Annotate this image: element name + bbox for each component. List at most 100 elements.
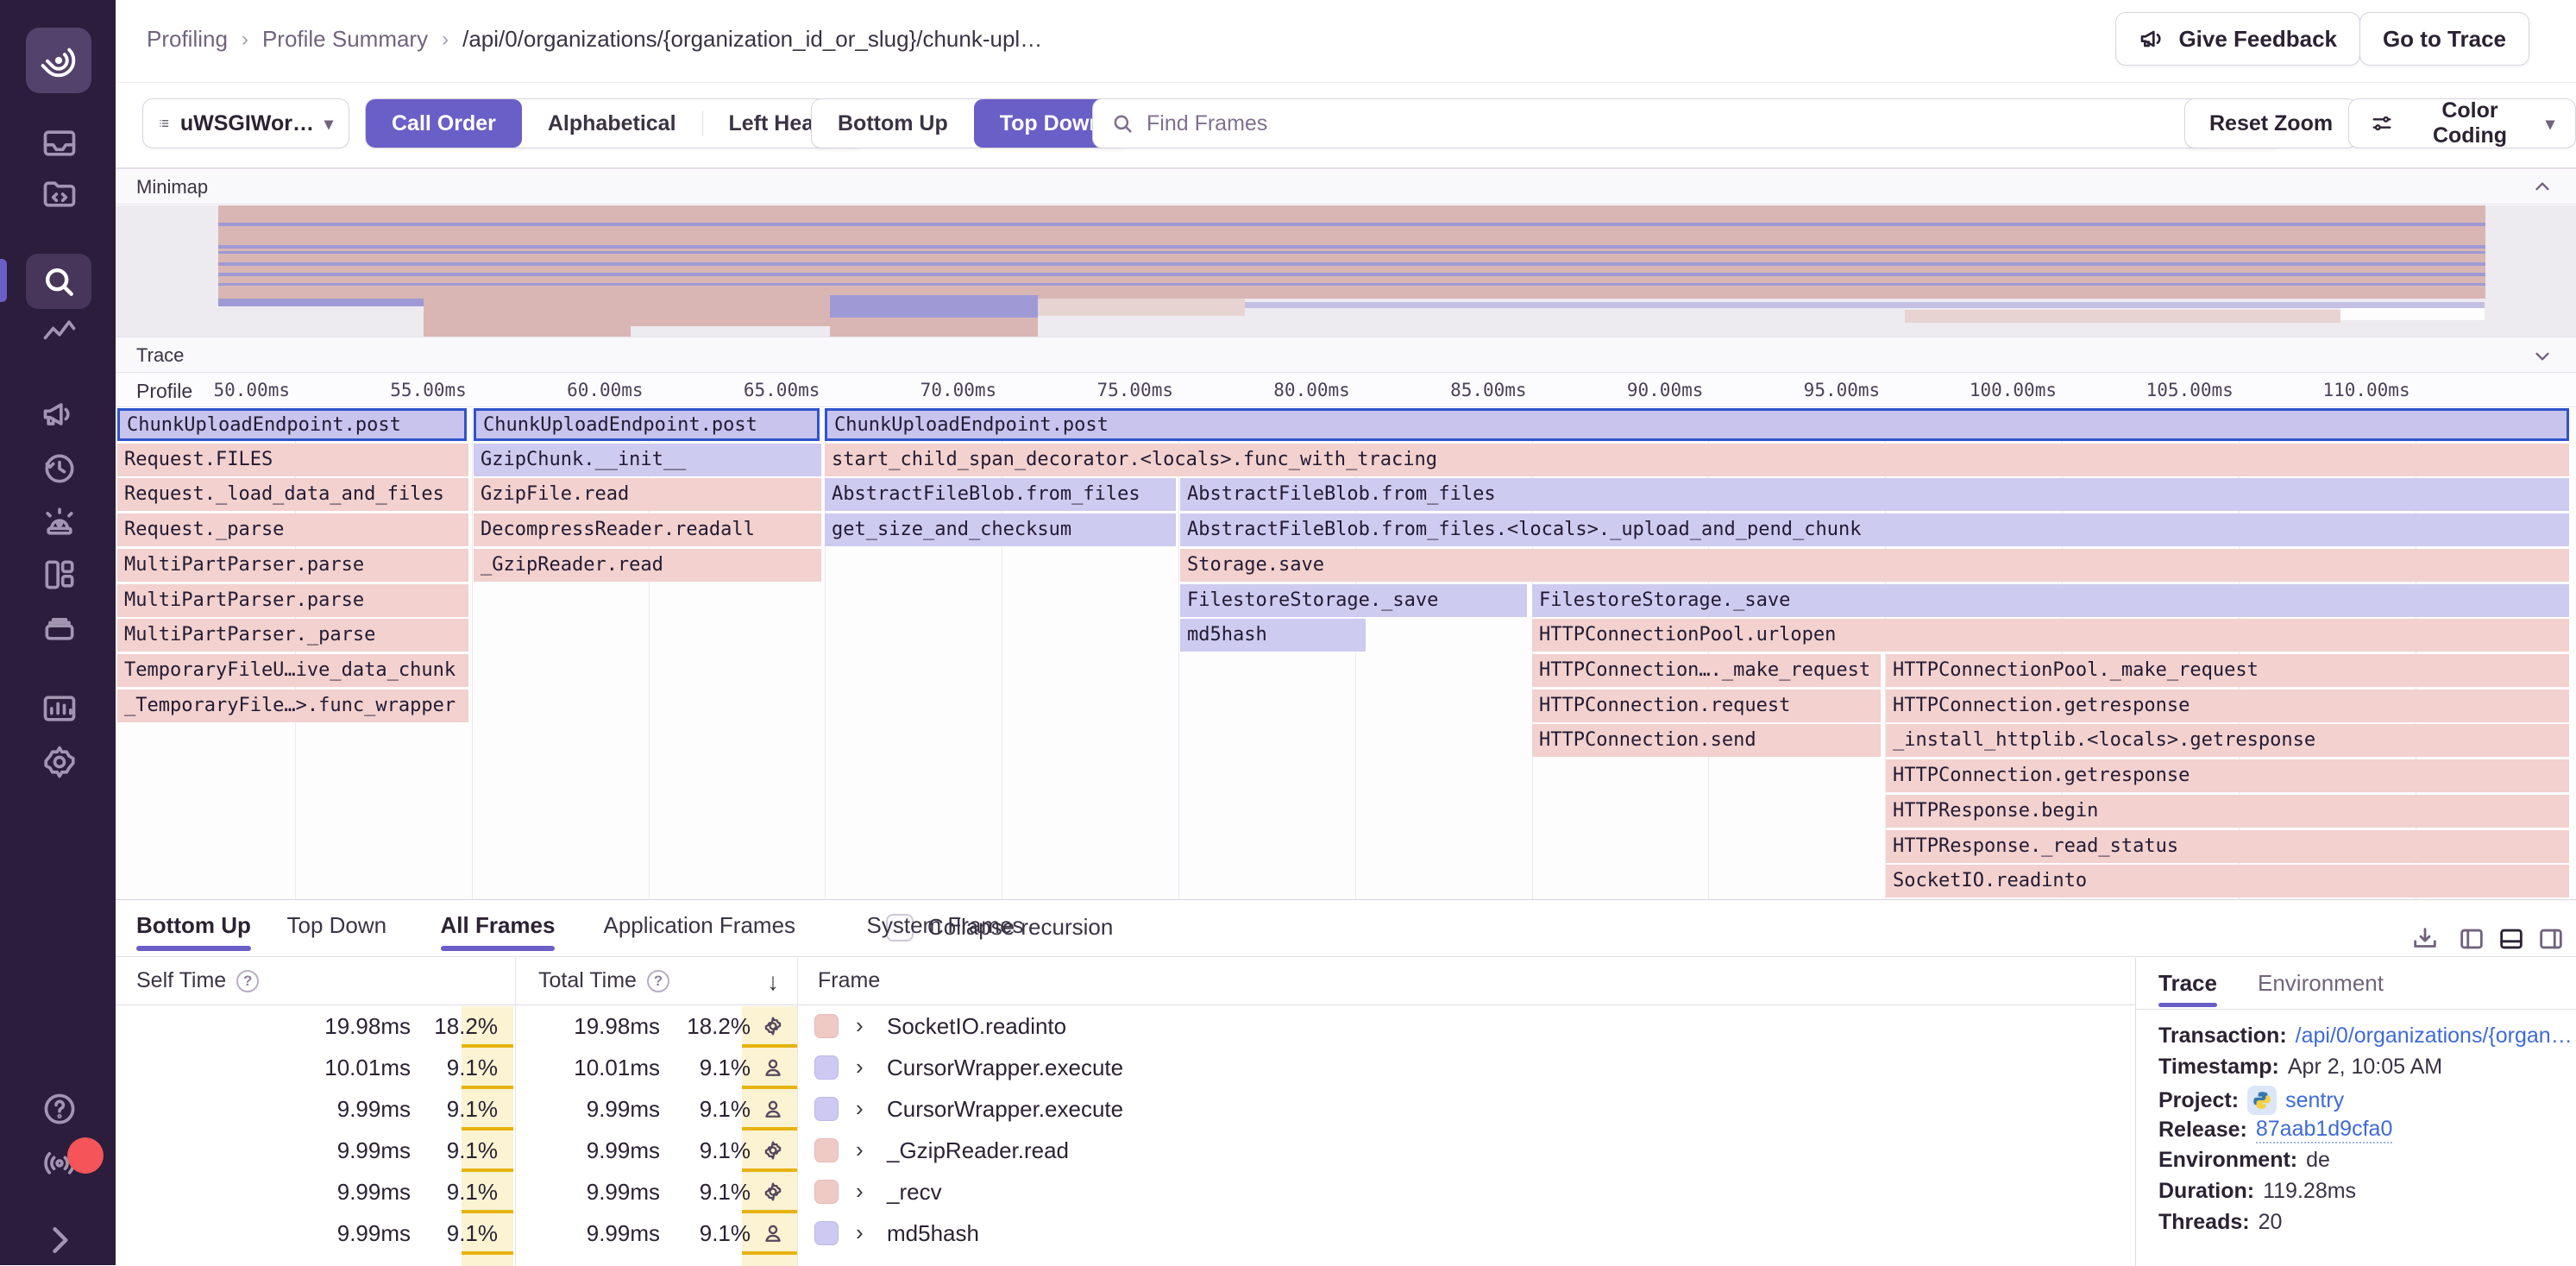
settings-gear-icon[interactable] [41,743,79,781]
give-feedback-button[interactable]: Give Feedback [2115,12,2360,66]
flame-frame[interactable]: ChunkUploadEndpoint.post [117,408,467,441]
flame-frame[interactable]: ChunkUploadEndpoint.post [825,408,2569,441]
dock-right-icon[interactable] [2536,924,2566,958]
flame-frame[interactable]: get_size_and_checksum [825,513,1176,546]
flame-frame[interactable]: HTTPResponse._read_status [1886,830,2569,863]
frame-cell[interactable]: ›CursorWrapper.execute [797,1048,2134,1089]
self-time-header[interactable]: Self Time ? [136,968,259,993]
table-row[interactable]: 9.99ms9.1%9.99ms9.1%›_GzipReader.read [116,1131,2135,1172]
flamegraph-canvas[interactable]: ChunkUploadEndpoint.postChunkUploadEndpo… [116,408,2576,899]
flame-frame[interactable]: Request._parse [117,513,468,546]
flame-frame[interactable]: MultiPartParser._parse [117,619,468,652]
details-tab-environment[interactable]: Environment [2258,970,2384,997]
frame-cell[interactable]: ›_recv [797,1172,2134,1213]
dashboards-icon[interactable] [41,556,79,594]
flame-frame[interactable]: GzipChunk.__init__ [474,444,821,476]
flame-frame[interactable]: FilestoreStorage._save [1532,584,2569,617]
flame-frame[interactable]: TemporaryFileU…ive_data_chunk [117,654,468,687]
table-row[interactable]: 9.99ms9.1%9.99ms9.1%›CursorWrapper.execu… [116,1089,2135,1131]
sort-option-alphabetical[interactable]: Alphabetical [522,99,702,148]
tab-system-frames[interactable]: System Frames [867,912,1024,939]
detail-value[interactable]: 87aab1d9cfa0 [2256,1117,2392,1143]
thread-selector[interactable]: uWSGIWor… ▾ [142,98,349,148]
issues-icon[interactable] [41,124,79,162]
go-to-trace-button[interactable]: Go to Trace [2359,12,2529,66]
flame-frame[interactable]: GzipFile.read [474,478,821,511]
flame-frame[interactable]: ChunkUploadEndpoint.post [474,408,820,441]
flame-frame[interactable]: HTTPConnectionPool.urlopen [1532,619,2569,652]
frame-header[interactable]: Frame [818,968,880,993]
sentry-logo-icon[interactable] [26,28,91,93]
total-time-header[interactable]: Total Time ? [538,968,669,993]
expand-chevron-icon[interactable]: › [856,1178,864,1205]
help-icon[interactable] [41,1090,79,1128]
flame-frame[interactable]: MultiPartParser.parse [117,549,468,582]
color-coding-button[interactable]: Color Coding ▾ [2348,98,2576,148]
flame-frame[interactable]: _GzipReader.read [474,549,821,582]
minimap-header[interactable]: Minimap [116,168,2576,205]
flame-frame[interactable]: md5hash [1180,619,1366,652]
flame-frame[interactable]: FilestoreStorage._save [1180,584,1527,617]
expand-chevron-icon[interactable]: › [856,1095,864,1122]
sort-arrow-icon[interactable]: ↓ [767,968,779,996]
flame-frame[interactable]: AbstractFileBlob.from_files [825,478,1176,511]
reset-zoom-button[interactable]: Reset Zoom [2184,98,2358,148]
table-row[interactable]: 19.98ms18.2%19.98ms18.2%›SocketIO.readin… [116,1006,2135,1048]
tab-all-frames[interactable]: All Frames [441,912,556,939]
breadcrumb-item[interactable]: Profiling [147,26,228,53]
frame-cell[interactable]: ›SocketIO.readinto [797,1006,2134,1048]
table-row[interactable]: 10.01ms9.1%10.01ms9.1%›CursorWrapper.exe… [116,1048,2135,1089]
flame-frame[interactable]: _install_httplib.<locals>.getresponse [1886,724,2569,757]
flame-frame[interactable]: start_child_span_decorator.<locals>.func… [825,444,2569,476]
breadcrumb-item[interactable]: Profile Summary [262,26,428,53]
expand-chevron-icon[interactable]: › [856,1012,864,1039]
detail-value[interactable]: sentry [2285,1088,2344,1113]
flame-frame[interactable]: Storage.save [1180,549,2569,582]
collapse-trace-chevron-icon[interactable] [2531,344,2554,372]
flame-frame[interactable]: SocketIO.readinto [1886,865,2569,898]
breadcrumb-item[interactable]: /api/0/organizations/{organization_id_or… [462,26,1042,53]
flame-frame[interactable]: HTTPResponse.begin [1886,795,2569,828]
details-tab-trace[interactable]: Trace [2158,970,2217,997]
flame-frame[interactable]: HTTPConnection.send [1532,724,1881,757]
feedback-icon[interactable] [41,395,79,433]
flame-frame[interactable]: HTTPConnection.request [1532,690,1881,722]
alerts-icon[interactable] [41,503,79,541]
tab-top-down[interactable]: Top Down [287,912,387,939]
table-row[interactable]: 9.99ms9.1%9.99ms9.1%›md5hash [116,1213,2135,1255]
flame-frame[interactable]: AbstractFileBlob.from_files.<locals>._up… [1180,513,2569,546]
expand-chevron-icon[interactable]: › [856,1054,864,1080]
minimap-canvas[interactable] [116,205,2576,337]
frame-cell[interactable]: ›md5hash [797,1213,2134,1255]
expand-chevron-icon[interactable]: › [856,1219,864,1246]
flame-frame[interactable]: HTTPConnection…._make_request [1532,654,1881,687]
collapse-minimap-chevron-icon[interactable] [2531,176,2554,204]
frame-cell[interactable]: ›CursorWrapper.execute [797,1089,2134,1131]
projects-icon[interactable] [41,175,79,213]
tab-bottom-up[interactable]: Bottom Up [136,912,251,939]
frame-cell[interactable]: ›_GzipReader.read [797,1131,2134,1172]
releases-icon[interactable] [41,608,79,646]
dock-bottom-icon[interactable] [2497,924,2526,958]
find-frames-search[interactable]: i [1092,98,2283,148]
metrics-icon[interactable] [41,314,79,352]
flame-frame[interactable]: AbstractFileBlob.from_files [1180,478,2569,511]
tab-application-frames[interactable]: Application Frames [604,912,796,939]
replays-icon[interactable] [41,450,79,488]
flame-frame[interactable]: Request.FILES [117,444,468,476]
flame-frame[interactable]: HTTPConnectionPool._make_request [1886,654,2569,687]
table-row[interactable]: 9.99ms9.1%9.99ms9.1%›_recv [116,1172,2135,1213]
search-input[interactable] [1147,111,2227,136]
trace-header[interactable]: Trace [116,337,2576,373]
download-icon[interactable] [2410,924,2440,958]
direction-option-bottom-up[interactable]: Bottom Up [812,99,974,148]
flame-frame[interactable]: HTTPConnection.getresponse [1886,690,2569,722]
detail-value[interactable]: /api/0/organizations/{organ… [2296,1024,2573,1049]
flame-frame[interactable]: DecompressReader.readall [474,513,821,546]
expand-sidebar-chevron-icon[interactable] [41,1221,79,1259]
flame-frame[interactable]: HTTPConnection.getresponse [1886,759,2569,792]
explore-active-tile[interactable] [26,254,91,309]
expand-chevron-icon[interactable]: › [856,1137,864,1163]
flame-frame[interactable]: Request._load_data_and_files [117,478,468,511]
dock-left-icon[interactable] [2457,924,2486,958]
